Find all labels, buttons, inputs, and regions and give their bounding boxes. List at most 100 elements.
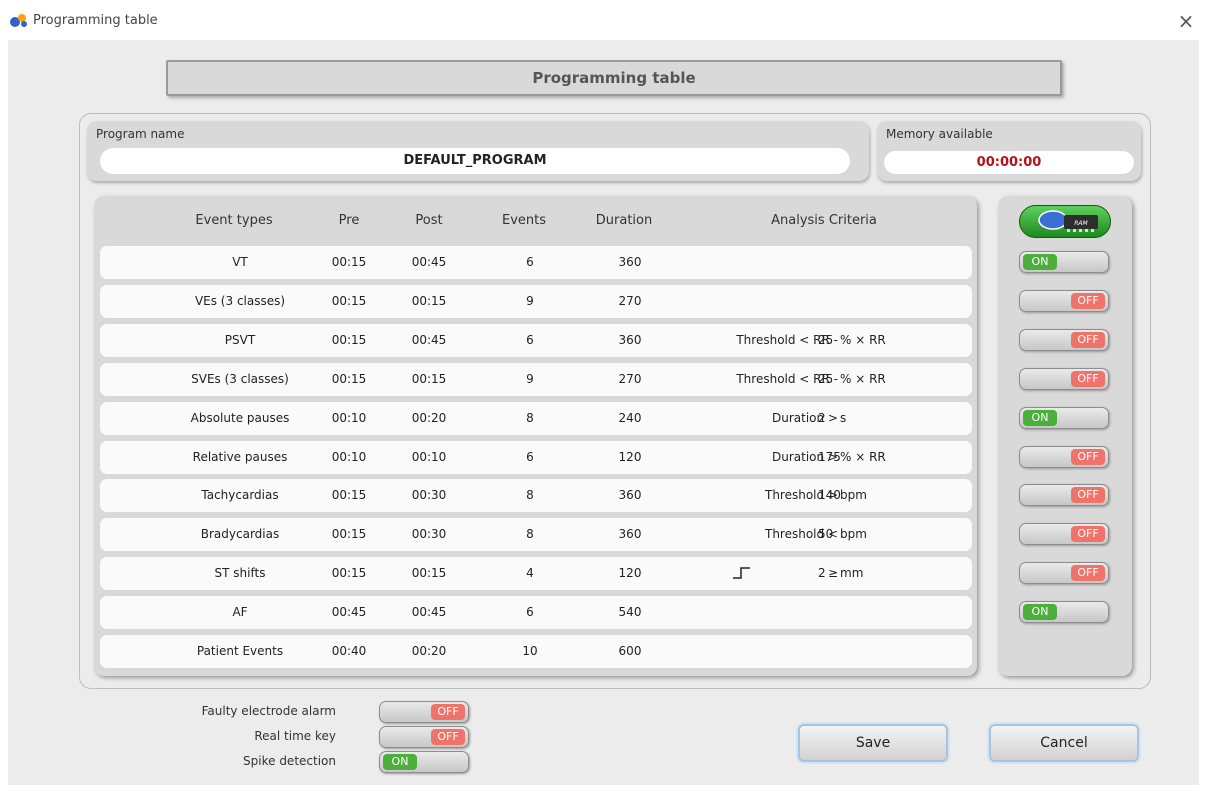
table-row[interactable]: Tachycardias 00:15 00:30 8 360 Threshold >140…	[100, 479, 972, 513]
window-title-bar: Programming table ×	[0, 0, 1209, 40]
criteria-cell: Threshold < RR -	[736, 371, 838, 386]
criteria-cell: ≥	[827, 566, 838, 581]
pre-cell: 00:15	[331, 488, 367, 503]
spike-detection-label: Spike detection	[243, 754, 336, 768]
pre-cell: 00:10	[331, 449, 367, 464]
close-button[interactable]: ×	[1173, 8, 1199, 34]
post-cell: 00:15	[411, 293, 447, 308]
toggle-state: ON	[1023, 254, 1057, 270]
event-type-cell: Tachycardias	[201, 488, 279, 503]
event-enable-toggle[interactable]: ON	[1019, 251, 1109, 273]
save-button[interactable]: Save	[798, 724, 948, 762]
pre-cell: 00:15	[331, 255, 367, 269]
criteria-cell: Duration >	[772, 449, 838, 464]
criteria-cell: Duration >	[772, 410, 838, 425]
pre-cell: 00:15	[331, 293, 367, 308]
event-enable-toggle[interactable]: ON	[1019, 406, 1109, 429]
toggle-state: OFF	[1071, 331, 1105, 348]
duration-cell: 360	[618, 332, 642, 347]
event-type-cell: VT	[232, 255, 248, 269]
toggle-state: ON	[1023, 409, 1057, 426]
criteria-unit-cell: % × RR	[840, 449, 886, 464]
table-row[interactable]: PSVT 00:15 00:45 6 360 Threshold < RR -25% × …	[100, 323, 972, 357]
table-row[interactable]: Relative pauses 00:10 00:10 6 120 Duration >1…	[100, 440, 972, 474]
table-row[interactable]: Bradycardias 00:15 00:30 8 360 Threshold <50 b…	[100, 518, 972, 552]
event-enable-toggle[interactable]: OFF	[1019, 367, 1109, 390]
event-type-cell: Patient Events	[196, 644, 284, 658]
memory-available-value: 00:00:00	[884, 151, 1134, 174]
window-title: Programming table	[33, 13, 158, 28]
table-header: Event types Pre Post Events Duration Ana…	[94, 196, 977, 246]
event-type-cell: Absolute pauses	[190, 410, 290, 425]
duration-cell: 540	[618, 605, 642, 620]
pre-cell: 00:10	[331, 410, 367, 425]
event-type-cell: VEs (3 classes)	[194, 293, 286, 308]
duration-cell: 360	[618, 527, 642, 542]
column-header-pre: Pre	[338, 213, 360, 228]
column-header-post: Post	[415, 213, 443, 228]
table-row[interactable]: ST shifts 00:15 00:15 4 120 ≥2 mm	[100, 557, 972, 591]
table-row[interactable]: SVEs (3 classes) 00:15 00:15 9 270 Threshold …	[100, 362, 972, 396]
duration-cell: 270	[618, 293, 642, 308]
pre-cell: 00:15	[331, 371, 367, 386]
events-cell: 9	[526, 371, 534, 386]
memory-available-box: Memory available 00:00:00	[877, 121, 1141, 181]
table-row[interactable]: Patient Events 00:40 00:20 10 600	[100, 635, 972, 668]
criteria-cell: Threshold <	[764, 527, 838, 542]
faulty-electrode-alarm-toggle[interactable]: OFF	[379, 701, 469, 723]
post-cell: 00:10	[411, 449, 447, 464]
table-row[interactable]: AF 00:45 00:45 6 540	[100, 596, 972, 630]
toggle-state: OFF	[431, 729, 465, 745]
app-logo-icon	[10, 14, 27, 27]
events-cell: 6	[526, 255, 534, 269]
duration-cell: 270	[618, 371, 642, 386]
post-cell: 00:20	[411, 644, 447, 658]
event-enable-toggle[interactable]: OFF	[1019, 562, 1109, 585]
event-enable-toggle[interactable]: OFF	[1019, 523, 1109, 546]
event-enable-toggle[interactable]: OFF	[1019, 445, 1109, 468]
events-cell: 6	[526, 332, 534, 347]
table-row[interactable]: VT 00:15 00:45 6 360	[100, 246, 972, 279]
column-header-events: Events	[501, 213, 546, 228]
post-cell: 00:15	[411, 566, 447, 581]
event-type-cell: PSVT	[224, 332, 256, 347]
pre-cell: 00:45	[331, 605, 367, 620]
column-header-analysis-criteria: Analysis Criteria	[771, 213, 877, 228]
duration-cell: 360	[618, 255, 642, 269]
real-time-key-toggle[interactable]: OFF	[379, 726, 469, 748]
ram-button[interactable]: RAM	[1019, 205, 1111, 238]
event-enable-toggle[interactable]: OFF	[1019, 484, 1109, 507]
table-row[interactable]: VEs (3 classes) 00:15 00:15 9 270	[100, 284, 972, 318]
page-title: Programming table	[166, 60, 1062, 96]
duration-cell: 120	[618, 449, 642, 464]
dialog-content: Programming table Program name DEFAULT_P…	[8, 40, 1199, 785]
pre-cell: 00:40	[331, 644, 367, 658]
memory-available-label: Memory available	[886, 127, 993, 141]
event-enable-toggle[interactable]: OFF	[1019, 289, 1109, 312]
event-enable-toggle[interactable]: OFF	[1019, 328, 1109, 351]
events-cell: 4	[526, 566, 534, 581]
pre-cell: 00:15	[331, 566, 367, 581]
spike-detection-toggle[interactable]: ON	[379, 751, 469, 773]
criteria-cell: Threshold < RR -	[736, 332, 838, 347]
post-cell: 00:15	[411, 371, 447, 386]
pre-cell: 00:15	[331, 332, 367, 347]
toggle-state: OFF	[1071, 487, 1105, 504]
cancel-button[interactable]: Cancel	[989, 724, 1139, 762]
program-name-field[interactable]: DEFAULT_PROGRAM	[100, 148, 850, 174]
table-row[interactable]: Absolute pauses 00:10 00:20 8 240 Duration >2…	[100, 401, 972, 435]
post-cell: 00:45	[411, 332, 447, 347]
events-cell: 9	[526, 293, 534, 308]
criteria-unit-cell: % × RR	[840, 332, 886, 347]
duration-cell: 600	[618, 644, 642, 658]
program-name-label: Program name	[96, 127, 185, 141]
post-cell: 00:45	[411, 255, 447, 269]
events-cell: 6	[526, 605, 534, 620]
post-cell: 00:20	[411, 410, 447, 425]
column-header-event-types: Event types	[195, 213, 273, 228]
post-cell: 00:30	[411, 488, 447, 503]
event-type-cell: SVEs (3 classes)	[191, 371, 289, 386]
ram-chip-icon: RAM	[1038, 210, 1098, 232]
event-enable-toggle[interactable]: ON	[1019, 601, 1109, 624]
ram-button-label: RAM	[1074, 220, 1088, 227]
